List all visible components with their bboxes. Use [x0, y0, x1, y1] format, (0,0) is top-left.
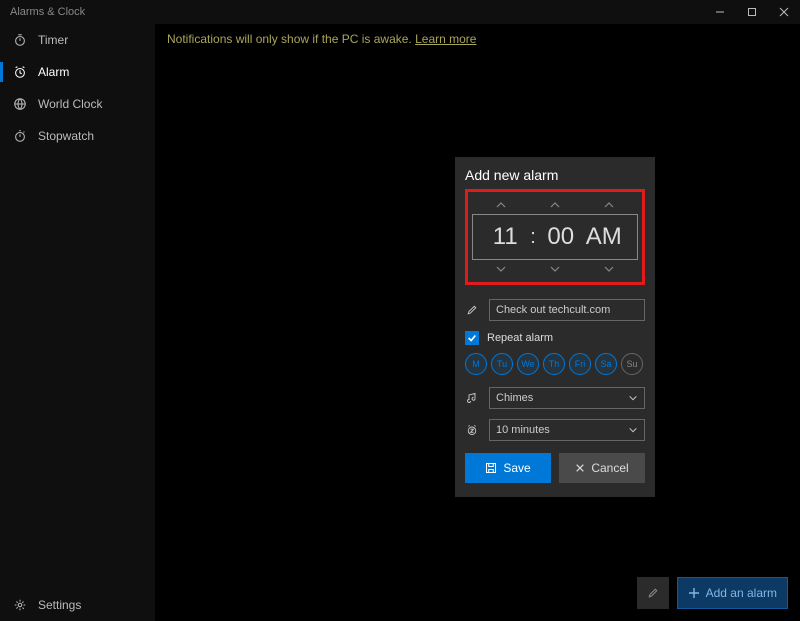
save-icon — [485, 462, 497, 474]
sidebar-item-label: Alarm — [38, 65, 69, 79]
day-thu[interactable]: Th — [543, 353, 565, 375]
dialog-title: Add new alarm — [465, 167, 645, 183]
add-alarm-button[interactable]: Add an alarm — [677, 577, 788, 609]
repeat-label: Repeat alarm — [487, 332, 553, 344]
maximize-button[interactable] — [736, 0, 768, 24]
sidebar: Timer Alarm World Clock Stopwatch Settin… — [0, 24, 155, 621]
day-mon[interactable]: M — [465, 353, 487, 375]
app-title: Alarms & Clock — [10, 6, 85, 18]
hour-up-button[interactable] — [481, 198, 521, 212]
sound-selected-value: Chimes — [496, 392, 533, 404]
minute-value[interactable]: 00 — [544, 223, 578, 251]
alarm-name-input[interactable] — [489, 299, 645, 321]
day-sat[interactable]: Sa — [595, 353, 617, 375]
sidebar-item-label: World Clock — [38, 97, 102, 111]
alarm-icon — [12, 64, 28, 80]
notification-banner: Notifications will only show if the PC i… — [167, 32, 476, 46]
sidebar-item-label: Timer — [38, 33, 68, 47]
sidebar-item-world-clock[interactable]: World Clock — [0, 88, 155, 120]
time-decrement-row — [472, 262, 638, 276]
day-fri[interactable]: Fri — [569, 353, 591, 375]
globe-icon — [12, 96, 28, 112]
time-increment-row — [472, 198, 638, 212]
snooze-select[interactable]: 10 minutes — [489, 419, 645, 441]
add-alarm-label: Add an alarm — [706, 586, 777, 600]
edit-alarms-button[interactable] — [637, 577, 669, 609]
day-tue[interactable]: Tu — [491, 353, 513, 375]
content-area: Notifications will only show if the PC i… — [155, 24, 800, 621]
timer-icon — [12, 32, 28, 48]
chevron-down-icon — [628, 394, 638, 402]
stopwatch-icon — [12, 128, 28, 144]
plus-icon — [688, 587, 700, 599]
sidebar-item-alarm[interactable]: Alarm — [0, 56, 155, 88]
days-of-week-row: M Tu We Th Fri Sa Su — [465, 353, 645, 375]
gear-icon — [12, 597, 28, 613]
sidebar-item-label: Settings — [38, 598, 81, 612]
sidebar-item-settings[interactable]: Settings — [0, 589, 155, 621]
time-display[interactable]: 11 : 00 AM — [472, 214, 638, 260]
ampm-down-button[interactable] — [589, 262, 629, 276]
edit-icon — [465, 303, 479, 317]
day-wed[interactable]: We — [517, 353, 539, 375]
cancel-button[interactable]: Cancel — [559, 453, 645, 483]
sidebar-item-stopwatch[interactable]: Stopwatch — [0, 120, 155, 152]
notification-text: Notifications will only show if the PC i… — [167, 32, 415, 46]
time-colon: : — [530, 226, 536, 249]
bottom-action-bar: Add an alarm — [637, 577, 788, 609]
chevron-down-icon — [628, 426, 638, 434]
snooze-row: 10 minutes — [465, 419, 645, 441]
pencil-icon — [647, 586, 659, 600]
repeat-alarm-row: Repeat alarm — [465, 331, 645, 345]
titlebar: Alarms & Clock — [0, 0, 800, 24]
save-button[interactable]: Save — [465, 453, 551, 483]
notification-learn-more-link[interactable]: Learn more — [415, 32, 476, 46]
cancel-label: Cancel — [591, 461, 628, 475]
day-sun[interactable]: Su — [621, 353, 643, 375]
sound-row: Chimes — [465, 387, 645, 409]
save-label: Save — [503, 461, 530, 475]
close-icon — [575, 463, 585, 473]
note-icon — [465, 391, 479, 405]
alarm-name-row — [465, 299, 645, 321]
hour-down-button[interactable] — [481, 262, 521, 276]
minimize-button[interactable] — [704, 0, 736, 24]
add-alarm-dialog: Add new alarm 11 : 00 AM — [455, 157, 655, 497]
close-button[interactable] — [768, 0, 800, 24]
minute-up-button[interactable] — [535, 198, 575, 212]
repeat-checkbox[interactable] — [465, 331, 479, 345]
ampm-up-button[interactable] — [589, 198, 629, 212]
minute-down-button[interactable] — [535, 262, 575, 276]
ampm-value[interactable]: AM — [586, 223, 622, 251]
sidebar-item-label: Stopwatch — [38, 129, 94, 143]
time-picker-highlight: 11 : 00 AM — [465, 189, 645, 285]
snooze-icon — [465, 423, 479, 437]
sound-select[interactable]: Chimes — [489, 387, 645, 409]
window-controls — [704, 0, 800, 24]
sidebar-item-timer[interactable]: Timer — [0, 24, 155, 56]
dialog-button-row: Save Cancel — [465, 453, 645, 483]
snooze-selected-value: 10 minutes — [496, 424, 550, 436]
hour-value[interactable]: 11 — [488, 223, 522, 251]
